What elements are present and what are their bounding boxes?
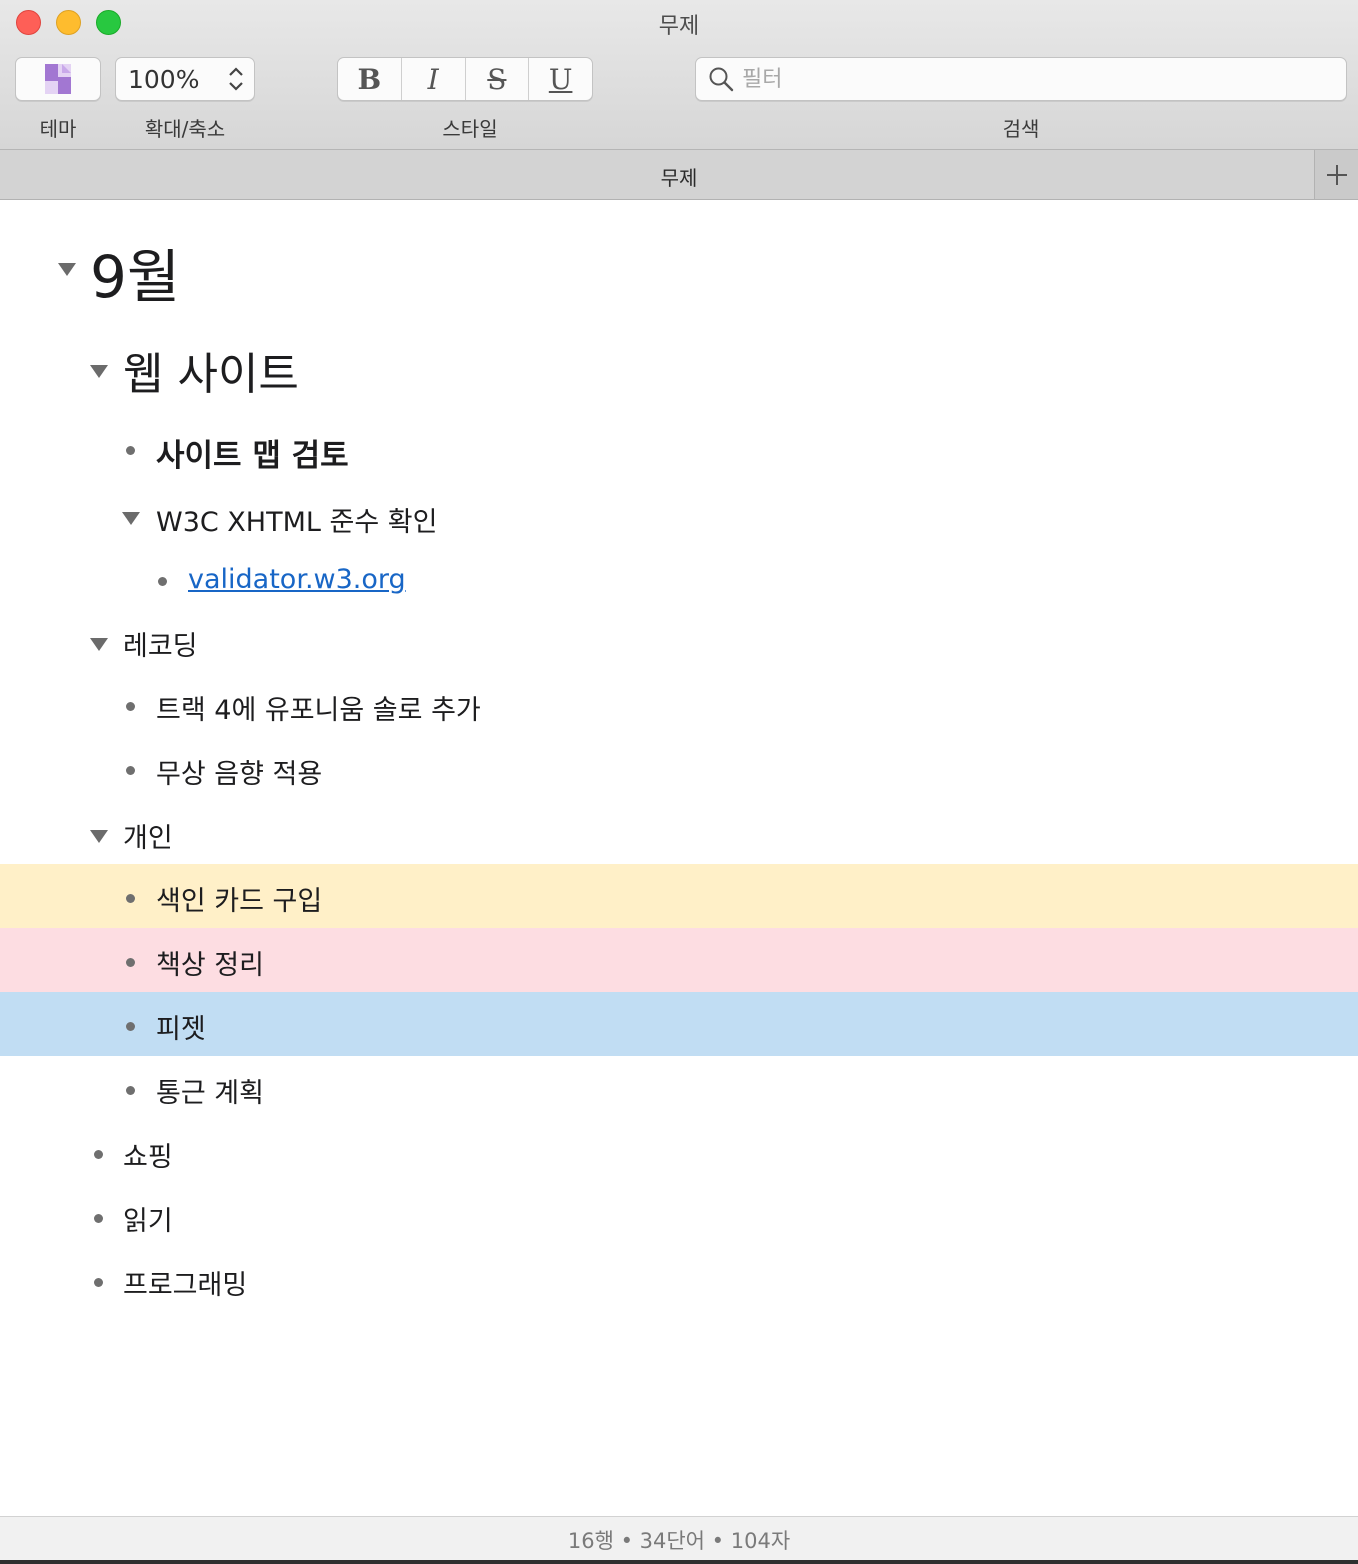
new-tab-button[interactable] bbox=[1314, 150, 1358, 199]
style-buttons-group: B I S U bbox=[337, 57, 593, 101]
strikethrough-button[interactable]: S bbox=[466, 58, 530, 100]
italic-button[interactable]: I bbox=[402, 58, 466, 100]
outline-item-text: 웹 사이트 bbox=[123, 349, 299, 400]
bullet-icon bbox=[126, 1086, 135, 1095]
outline-row[interactable]: W3C XHTML 준수 확인 bbox=[0, 486, 1358, 550]
bold-button[interactable]: B bbox=[338, 58, 402, 100]
outline-row[interactable]: 쇼핑 bbox=[0, 1120, 1358, 1184]
outline-item-text: 색인 카드 구입 bbox=[156, 886, 323, 917]
search-input[interactable] bbox=[742, 66, 1322, 92]
disclosure-triangle-icon[interactable] bbox=[90, 365, 108, 378]
outline-item-text: 트랙 4에 유포니움 솔로 추가 bbox=[156, 695, 481, 726]
status-bar: 16행 • 34단어 • 104자 bbox=[0, 1516, 1358, 1560]
bullet-icon bbox=[94, 1214, 103, 1223]
tab-bar: 무제 bbox=[0, 150, 1358, 200]
bullet-icon bbox=[126, 766, 135, 775]
theme-icon bbox=[45, 64, 71, 94]
search-icon bbox=[709, 67, 734, 92]
outline-row[interactable]: 9월 bbox=[0, 220, 1358, 315]
outline-row[interactable]: 무상 음향 적용 bbox=[0, 738, 1358, 802]
bullet-icon bbox=[94, 1278, 103, 1287]
outline-row[interactable]: 통근 계획 bbox=[0, 1056, 1358, 1120]
style-label: 스타일 bbox=[442, 117, 498, 141]
outline-item-text: 피젯 bbox=[156, 1014, 206, 1045]
validator-link[interactable]: validator.w3.org bbox=[188, 564, 406, 595]
bullet-icon bbox=[126, 894, 135, 903]
window-bottom-edge bbox=[0, 1560, 1358, 1564]
stepper-arrows-icon[interactable] bbox=[228, 66, 244, 92]
outline-item-text: 프로그래밍 bbox=[123, 1270, 248, 1301]
outline-row-highlighted[interactable]: 색인 카드 구입 bbox=[0, 864, 1358, 928]
theme-label: 테마 bbox=[39, 117, 77, 141]
outline-item-text: 통근 계획 bbox=[156, 1078, 264, 1109]
outline-item-text: 무상 음향 적용 bbox=[156, 759, 323, 790]
outline-row-highlighted[interactable]: 피젯 bbox=[0, 992, 1358, 1056]
disclosure-triangle-icon[interactable] bbox=[58, 263, 76, 276]
outline-item-text: 사이트 맵 검토 bbox=[156, 438, 349, 474]
outline-row[interactable]: 개인 bbox=[0, 802, 1358, 864]
zoom-value: 100% bbox=[128, 64, 200, 94]
outline-row-highlighted[interactable]: 책상 정리 bbox=[0, 928, 1358, 992]
outline-item-text: W3C XHTML 준수 확인 bbox=[156, 507, 438, 538]
outline-item-text: 개인 bbox=[123, 823, 173, 854]
outline-item-text: 책상 정리 bbox=[156, 950, 264, 981]
outline-row[interactable]: 프로그래밍 bbox=[0, 1248, 1358, 1312]
outline-item-text: 9월 bbox=[90, 243, 181, 311]
outline-item-text: 읽기 bbox=[123, 1206, 173, 1237]
disclosure-triangle-icon[interactable] bbox=[90, 638, 108, 651]
outline-row[interactable]: 읽기 bbox=[0, 1184, 1358, 1248]
outline-item-text: 쇼핑 bbox=[123, 1142, 173, 1173]
search-field[interactable] bbox=[695, 57, 1347, 101]
zoom-label: 확대/축소 bbox=[144, 117, 226, 141]
outline-row[interactable]: 트랙 4에 유포니움 솔로 추가 bbox=[0, 674, 1358, 738]
bullet-icon bbox=[94, 1150, 103, 1159]
bullet-icon bbox=[126, 702, 135, 711]
title-toolbar: 무제 테마 100% 확대/축소 B I S U 스타일 검색 bbox=[0, 0, 1358, 150]
outline-row[interactable]: 사이트 맵 검토 bbox=[0, 418, 1358, 482]
outline-row[interactable]: 웹 사이트 bbox=[0, 330, 1358, 405]
bullet-icon bbox=[126, 446, 135, 455]
theme-button[interactable] bbox=[15, 57, 101, 101]
bullet-icon bbox=[126, 1022, 135, 1031]
zoom-control[interactable]: 100% bbox=[115, 57, 255, 101]
tab-document[interactable]: 무제 bbox=[0, 162, 1358, 191]
underline-button[interactable]: U bbox=[529, 58, 592, 100]
search-label: 검색 bbox=[1002, 117, 1040, 141]
window-title: 무제 bbox=[658, 14, 700, 39]
disclosure-triangle-icon[interactable] bbox=[122, 512, 140, 525]
bullet-icon bbox=[126, 958, 135, 967]
outline-item-text: 레코딩 bbox=[123, 631, 198, 662]
disclosure-triangle-icon[interactable] bbox=[90, 830, 108, 843]
bullet-icon bbox=[158, 577, 167, 586]
plus-icon bbox=[1326, 164, 1347, 185]
outline-row[interactable]: 레코딩 bbox=[0, 610, 1358, 674]
outline-row[interactable]: validator.w3.org bbox=[0, 550, 1358, 614]
